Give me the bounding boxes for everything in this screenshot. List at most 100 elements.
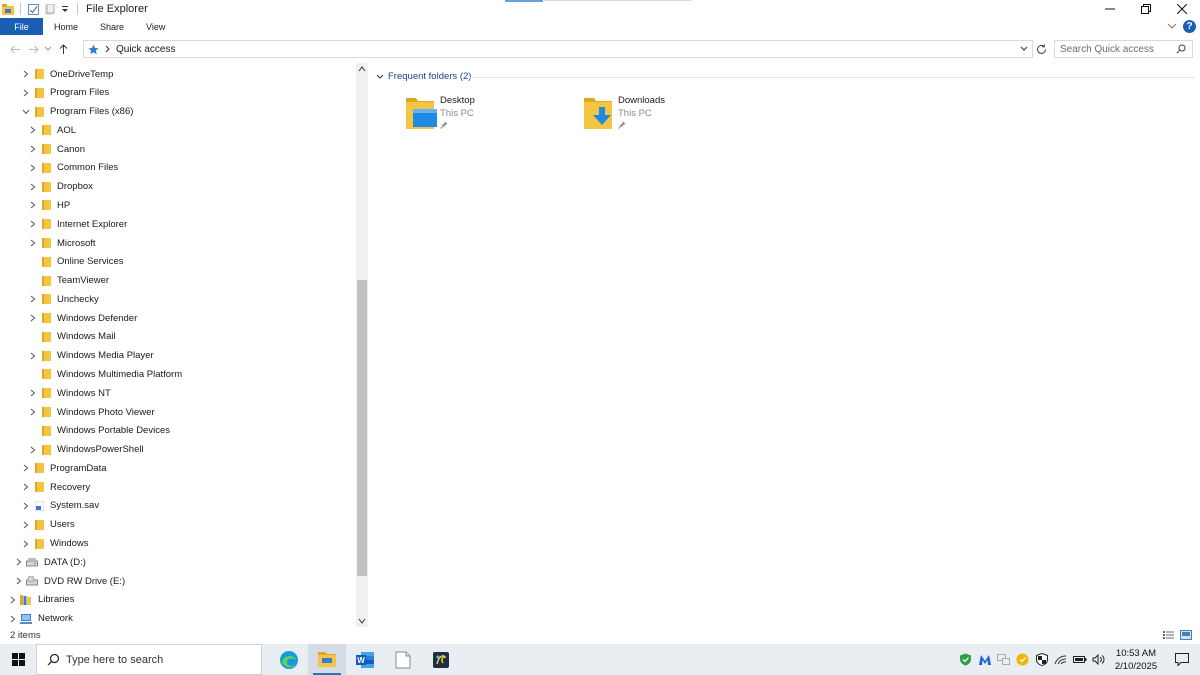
breadcrumb-chevron-icon[interactable] [105,45,110,53]
taskbar-clock[interactable]: 10:53 AM 2/10/2025 [1108,647,1164,673]
expand-chevron-icon[interactable] [28,351,38,361]
nav-tree-item[interactable]: WindowsPowerShell [28,441,144,459]
help-icon[interactable]: ? [1183,19,1196,33]
expand-chevron-icon[interactable] [28,163,38,173]
expand-ribbon-icon[interactable] [1167,19,1177,33]
expand-chevron-icon[interactable] [14,576,24,586]
collapse-chevron-icon[interactable] [21,107,31,117]
expand-chevron-icon[interactable] [28,294,38,304]
nav-tree-item[interactable]: TeamViewer [28,272,109,290]
expand-chevron-icon[interactable] [21,69,31,79]
tab-home[interactable]: Home [43,18,89,35]
devices-icon[interactable] [994,644,1013,675]
expand-chevron-icon[interactable] [28,407,38,417]
nav-tree-item[interactable]: Program Files (x86) [21,103,133,121]
expand-chevron-icon[interactable] [21,539,31,549]
nav-tree-item[interactable]: DVD RW Drive (E:) [14,572,125,590]
shield-check-icon[interactable] [956,644,975,675]
volume-icon[interactable] [1089,644,1108,675]
nav-tree-item[interactable]: Canon [28,140,85,158]
edge-icon[interactable] [270,644,308,675]
nav-tree-item[interactable]: Windows [21,535,89,553]
refresh-icon[interactable] [1034,40,1048,58]
malwarebytes-icon[interactable] [975,644,994,675]
wifi-icon[interactable] [1051,644,1070,675]
security-shield-icon[interactable] [1032,644,1051,675]
tab-share[interactable]: Share [89,18,135,35]
folder-tile-downloads[interactable]: Downloads This PC [582,95,665,131]
taskbar-search-input[interactable]: Type here to search [66,654,163,666]
scroll-up-icon[interactable] [356,63,368,75]
details-view-icon[interactable] [1163,629,1174,643]
back-arrow-icon[interactable] [6,40,24,58]
nav-tree-item[interactable]: Libraries [8,591,74,609]
nav-tree-item[interactable]: Program Files [21,84,109,102]
breadcrumb-location[interactable]: Quick access [116,44,175,55]
scroll-down-icon[interactable] [356,615,368,627]
folder-name[interactable]: Downloads [618,95,665,106]
taskbar-search-box[interactable]: Type here to search [36,644,262,675]
nav-tree-item[interactable]: Common Files [28,159,118,177]
search-box[interactable]: Search Quick access [1054,40,1193,58]
nav-tree-item[interactable]: Windows Photo Viewer [28,403,155,421]
notepad-icon[interactable] [384,644,422,675]
nav-tree-item[interactable]: Internet Explorer [28,215,127,233]
address-history-dropdown-icon[interactable] [1018,43,1030,55]
expand-chevron-icon[interactable] [28,144,38,154]
notifications-icon[interactable] [1164,644,1200,675]
nav-tree-item[interactable]: HP [28,196,70,214]
scroll-thumb[interactable] [357,280,367,576]
new-folder-icon[interactable] [43,3,55,15]
expand-chevron-icon[interactable] [21,482,31,492]
nav-tree-item[interactable]: Unchecky [28,290,99,308]
nav-tree-item[interactable]: Windows Mail [28,328,116,346]
expand-chevron-icon[interactable] [21,501,31,511]
properties-icon[interactable] [27,3,39,15]
nav-tree-item[interactable]: OneDriveTemp [21,65,113,83]
folder-name[interactable]: Desktop [440,95,475,106]
nav-tree-item[interactable]: AOL [28,121,76,139]
expand-chevron-icon[interactable] [8,595,18,605]
recent-locations-icon[interactable] [42,40,54,58]
minimize-button[interactable] [1092,0,1128,18]
expand-chevron-icon[interactable] [28,125,38,135]
nav-scrollbar[interactable] [356,63,368,627]
expand-chevron-icon[interactable] [28,445,38,455]
expand-chevron-icon[interactable] [21,463,31,473]
search-icon[interactable] [1176,44,1186,54]
expand-chevron-icon[interactable] [21,88,31,98]
address-bar[interactable]: Quick access [83,40,1033,58]
expand-chevron-icon[interactable] [28,219,38,229]
nav-tree-item[interactable]: Network [8,610,73,627]
nav-tree-item[interactable]: Windows Media Player [28,347,154,365]
large-icons-view-icon[interactable] [1180,629,1192,643]
search-input[interactable]: Search Quick access [1060,44,1176,55]
up-arrow-icon[interactable] [54,40,72,58]
nav-tree-item[interactable]: System.sav [21,497,99,515]
nav-tree-item[interactable]: Dropbox [28,178,93,196]
expand-chevron-icon[interactable] [14,557,24,567]
close-button[interactable] [1164,0,1200,18]
explorer-app-icon[interactable] [2,3,14,15]
expand-chevron-icon[interactable] [28,200,38,210]
expand-chevron-icon[interactable] [28,388,38,398]
expand-chevron-icon[interactable] [21,520,31,530]
nav-tree-item[interactable]: Windows Portable Devices [28,422,170,440]
tab-view[interactable]: View [135,18,176,35]
restore-button[interactable] [1128,0,1164,18]
frequent-folders-header[interactable]: Frequent folders (2) [376,71,471,82]
nav-tree-item[interactable]: Windows NT [28,384,111,402]
start-button[interactable] [0,644,36,675]
collapse-chevron-icon[interactable] [376,74,384,80]
expand-chevron-icon[interactable] [8,614,18,624]
nav-tree-item[interactable]: DATA (D:) [14,553,86,571]
pinned-app-icon[interactable] [422,644,460,675]
expand-chevron-icon[interactable] [28,313,38,323]
nav-tree-item[interactable]: Online Services [28,253,124,271]
nav-tree-item[interactable]: ProgramData [21,459,107,477]
nav-tree-item[interactable]: Users [21,516,75,534]
nav-tree-item[interactable]: Recovery [21,478,90,496]
nav-tree-item[interactable]: Windows Multimedia Platform [28,365,182,383]
word-icon[interactable]: W [346,644,384,675]
navigation-pane[interactable]: OneDriveTemp Program Files Program Files (… [0,63,356,627]
